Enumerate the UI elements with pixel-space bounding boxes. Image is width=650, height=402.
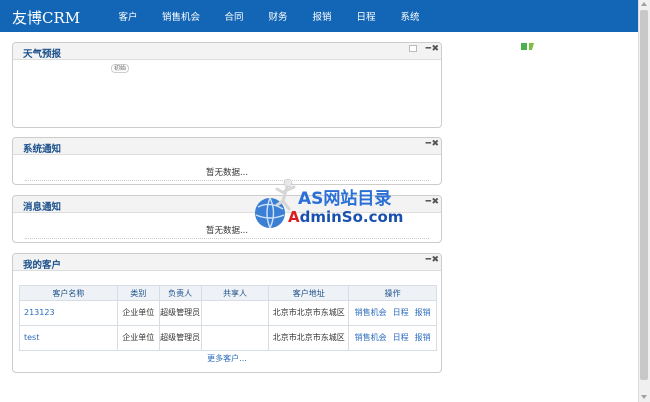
nav-item-finance[interactable]: 财务: [256, 9, 300, 23]
collapse-icon[interactable]: ━: [426, 197, 431, 207]
scroll-down-arrow-icon[interactable]: [641, 395, 647, 399]
row-actions: 销售机会 日程 报销: [348, 300, 437, 326]
table-header-row: 客户名称 类别 负责人 共享人 客户地址 操作: [19, 285, 437, 301]
globe-figure-icon: [255, 178, 296, 229]
panel-title: 系统通知: [23, 144, 62, 155]
watermark-domain: AdminSo.com: [288, 208, 404, 226]
divider: [25, 238, 429, 239]
panel-header: 系统通知 ━ ✖: [13, 138, 441, 155]
customer-category: 企业单位: [116, 325, 160, 351]
sales-opportunity-link[interactable]: 销售机会: [355, 333, 387, 342]
customer-table: 客户名称 类别 负责人 共享人 客户地址 操作 213123 企业单位 超级管理…: [19, 285, 437, 351]
row-actions: 销售机会 日程 报销: [348, 325, 437, 351]
close-icon[interactable]: ✖: [431, 44, 439, 54]
column-header: 类别: [116, 285, 160, 301]
sales-opportunity-link[interactable]: 销售机会: [355, 308, 387, 317]
nav-item-customers[interactable]: 客户: [106, 9, 150, 23]
nav-item-contracts[interactable]: 合同: [212, 9, 256, 23]
schedule-link[interactable]: 日程: [393, 333, 409, 342]
customer-owner: 超级管理员: [158, 325, 202, 351]
customer-owner: 超级管理员: [158, 300, 202, 326]
customer-sharer: [200, 300, 270, 326]
collapse-icon[interactable]: ━: [426, 44, 431, 54]
settings-box-icon[interactable]: [409, 45, 417, 52]
more-customers-link[interactable]: 更多客户...: [13, 353, 441, 364]
close-icon[interactable]: ✖: [431, 139, 439, 149]
main-nav: 客户 销售机会 合同 财务 报销 日程 系统: [106, 0, 432, 32]
nav-item-sales-opportunities[interactable]: 销售机会: [150, 9, 212, 23]
panel-header: 天气预报 ━ ✖: [13, 43, 441, 60]
column-header: 共享人: [200, 285, 270, 301]
column-header: 客户名称: [19, 285, 118, 301]
nav-item-reimbursement[interactable]: 报销: [300, 9, 344, 23]
watermark-title: AS网站目录: [298, 189, 392, 209]
close-icon[interactable]: ✖: [431, 255, 439, 265]
customer-category: 企业单位: [116, 300, 160, 326]
table-row: test 企业单位 超级管理员 北京市北京市东城区 销售机会 日程 报销: [19, 325, 437, 351]
scroll-thumb[interactable]: [640, 10, 648, 380]
top-navbar: 友博CRM 客户 销售机会 合同 财务 报销 日程 系统: [0, 0, 638, 32]
nav-item-system[interactable]: 系统: [388, 9, 432, 23]
scroll-up-arrow-icon[interactable]: [641, 2, 647, 6]
nav-item-schedule[interactable]: 日程: [344, 9, 388, 23]
reimbursement-link[interactable]: 报销: [415, 333, 431, 342]
panel-title: 天气预报: [23, 49, 62, 60]
table-row: 213123 企业单位 超级管理员 北京市北京市东城区 销售机会 日程 报销: [19, 300, 437, 326]
watermark: AS网站目录 AdminSo.com: [250, 175, 410, 235]
customer-address: 北京市北京市东城区: [268, 325, 350, 351]
customer-name-link[interactable]: test: [19, 325, 118, 351]
schedule-link[interactable]: 日程: [393, 308, 409, 317]
column-header: 操作: [348, 285, 437, 301]
my-customers-panel: 我的客户 ━ ✖ 客户名称 类别 负责人 共享人 客户地址 操作 213123 …: [12, 253, 442, 373]
reimbursement-link[interactable]: 报销: [415, 308, 431, 317]
weather-tag: 初始: [111, 64, 130, 73]
customer-address: 北京市北京市东城区: [268, 300, 350, 326]
column-header: 客户地址: [268, 285, 350, 301]
panel-title: 消息通知: [23, 202, 62, 213]
customer-name-link[interactable]: 213123: [19, 300, 118, 326]
weather-widget-icon: [521, 42, 535, 51]
collapse-icon[interactable]: ━: [426, 255, 431, 265]
weather-panel: 天气预报 ━ ✖ 初始: [12, 42, 442, 128]
page-scrollbar[interactable]: [638, 0, 650, 402]
collapse-icon[interactable]: ━: [426, 139, 431, 149]
panel-header: 我的客户 ━ ✖: [13, 254, 441, 271]
column-header: 负责人: [158, 285, 202, 301]
customer-sharer: [200, 325, 270, 351]
app-logo[interactable]: 友博CRM: [12, 7, 80, 28]
close-icon[interactable]: ✖: [431, 197, 439, 207]
panel-title: 我的客户: [23, 260, 62, 271]
